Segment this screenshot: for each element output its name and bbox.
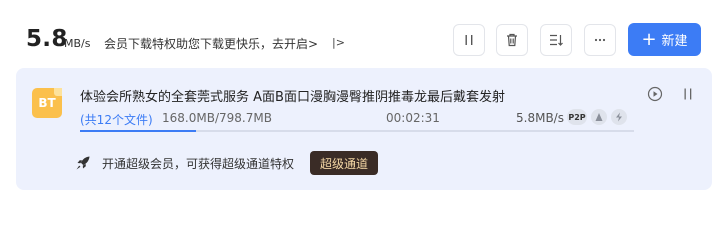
download-size: 168.0MB/798.7MB	[162, 111, 272, 125]
total-speed-value: 5.8	[26, 26, 68, 52]
bt-file-icon: BT	[32, 88, 62, 118]
sort-icon	[550, 34, 563, 46]
progress-bar	[80, 130, 634, 132]
task-speed: 5.8MB/s	[516, 111, 564, 125]
pause-task-button[interactable]	[679, 85, 697, 103]
rocket-icon	[76, 156, 90, 170]
vip-promo-link[interactable]: 会员下载特权助您下载更快乐，去开启>	[104, 35, 318, 52]
p2p-badge: P2P	[567, 109, 587, 125]
download-task-card[interactable]: BT 体验会所熟女的全套莞式服务 A面B面口漫胸漫臀推阴推毒龙最后戴套发射 (共…	[16, 68, 712, 190]
plus-icon: +	[641, 28, 657, 50]
pause-icon	[684, 88, 692, 100]
accelerate-icon	[591, 109, 607, 125]
file-count-link[interactable]: (共12个文件)	[80, 111, 153, 128]
super-channel-button[interactable]: 超级通道	[310, 151, 379, 175]
sort-button[interactable]	[540, 24, 572, 56]
new-task-label: 新建	[661, 34, 688, 49]
total-speed-unit: MB/s	[64, 37, 91, 50]
vip-upsell-text: 开通超级会员，可获得超级通道特权	[102, 156, 295, 171]
more-button[interactable]	[584, 24, 616, 56]
more-icon	[594, 38, 606, 42]
task-name: 体验会所熟女的全套莞式服务 A面B面口漫胸漫臀推阴推毒龙最后戴套发射	[80, 90, 505, 105]
remaining-time: 00:02:31	[386, 111, 440, 125]
delete-button[interactable]	[496, 24, 528, 56]
promo-more-button[interactable]: |>	[332, 36, 345, 49]
progress-fill	[80, 130, 197, 132]
trash-icon	[507, 33, 517, 47]
vip-upsell-row: 开通超级会员，可获得超级通道特权 超级通道	[74, 151, 379, 175]
play-circle-icon	[647, 86, 663, 102]
lightning-icon	[611, 109, 627, 125]
acceleration-badges: P2P	[567, 109, 627, 125]
pause-all-button[interactable]	[453, 24, 485, 56]
play-button[interactable]	[646, 85, 664, 103]
pause-icon	[465, 35, 473, 45]
new-task-button[interactable]: + 新建	[628, 23, 701, 56]
